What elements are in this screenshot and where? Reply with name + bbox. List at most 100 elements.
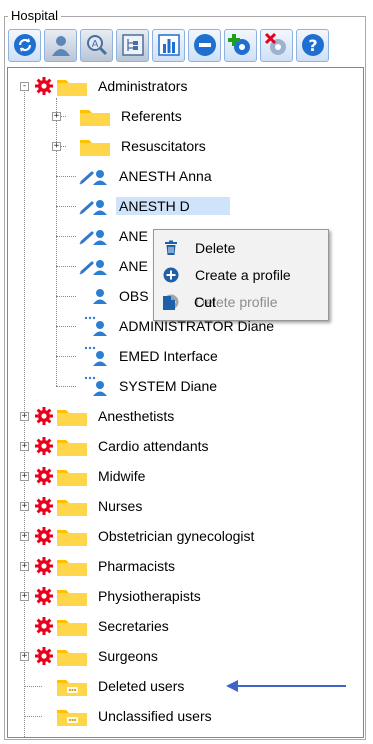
- groupbox-title: Hospital: [8, 8, 61, 23]
- admin-user-icon: [78, 345, 110, 367]
- folder-icon: [55, 615, 89, 637]
- node-label: Deleted users: [98, 678, 185, 694]
- menu-item-label: Delete: [195, 239, 236, 256]
- collapse-toggle[interactable]: -: [20, 82, 29, 91]
- gear-icon: [34, 616, 54, 636]
- expand-toggle[interactable]: +: [20, 652, 29, 661]
- special-folder-icon: [55, 675, 89, 697]
- menu-item-delete[interactable]: Delete: [154, 234, 328, 261]
- expand-toggle[interactable]: +: [20, 532, 29, 541]
- folder-icon: [55, 75, 89, 97]
- menu-item-label: Cut: [194, 293, 216, 310]
- menu-item-cut[interactable]: [154, 315, 328, 320]
- expand-toggle[interactable]: +: [20, 472, 29, 481]
- annotation-arrow-icon: [226, 680, 346, 692]
- tree-node-midwife[interactable]: + Midwife: [20, 461, 148, 491]
- tree-node-physiotherapists[interactable]: + Physiotherapists: [20, 581, 204, 611]
- svg-text:A: A: [91, 39, 98, 50]
- node-label: Surgeons: [98, 648, 158, 664]
- anesthetist-user-icon: [78, 195, 110, 217]
- chart-button[interactable]: [152, 28, 185, 62]
- node-label: EMED Interface: [119, 348, 218, 364]
- tree-node-user[interactable]: EMED Interface: [78, 341, 221, 371]
- tree-node-administrators[interactable]: - Administrators: [20, 71, 190, 101]
- tree-node-deleted-users[interactable]: Deleted users: [42, 671, 187, 701]
- admin-user-icon: [78, 375, 110, 397]
- folder-icon: [55, 465, 89, 487]
- cut-icon: [161, 293, 179, 311]
- anesthetist-user-icon: [78, 255, 110, 277]
- user-icon: [78, 285, 110, 307]
- folder-icon: [55, 495, 89, 517]
- remove-button[interactable]: [188, 28, 221, 62]
- expand-toggle[interactable]: +: [20, 412, 29, 421]
- remove-settings-button[interactable]: [260, 28, 293, 62]
- gear-icon: [34, 76, 54, 96]
- node-label: SYSTEM Diane: [119, 378, 218, 394]
- svg-text:?: ?: [308, 36, 317, 55]
- tree-node-resuscitators[interactable]: + Resuscitators: [52, 131, 209, 161]
- folder-icon: [55, 435, 89, 457]
- gear-icon: [34, 526, 54, 546]
- expand-toggle[interactable]: +: [20, 502, 29, 511]
- trash-icon: [162, 239, 180, 257]
- menu-item-label: Create a profile: [195, 266, 291, 283]
- tree-node-user[interactable]: ANESTH Anna: [78, 161, 215, 191]
- expand-toggle[interactable]: +: [20, 442, 29, 451]
- folder-icon: [78, 105, 112, 127]
- toolbar: A ?: [8, 26, 329, 64]
- folder-icon: [55, 585, 89, 607]
- folder-icon: [78, 135, 112, 157]
- minus-circle-icon: [193, 34, 216, 56]
- tree-node-user[interactable]: ANE: [78, 251, 151, 281]
- node-label: OBS: [119, 288, 149, 304]
- user-tree[interactable]: - Administrators + Referents + Resuscita…: [7, 67, 364, 738]
- help-icon: ?: [301, 34, 324, 56]
- node-label: Secretaries: [98, 618, 169, 634]
- tree-node-surgeons[interactable]: + Surgeons: [20, 641, 161, 671]
- user-button[interactable]: [44, 28, 77, 62]
- gear-icon: [34, 646, 54, 666]
- tree-node-pharmacists[interactable]: + Pharmacists: [20, 551, 178, 581]
- expand-toggle[interactable]: +: [52, 142, 61, 151]
- user-icon: [51, 36, 70, 56]
- node-label: ANE: [119, 258, 148, 274]
- anesthetist-user-icon: [78, 165, 110, 187]
- anesthetist-user-icon: [78, 225, 110, 247]
- expand-toggle[interactable]: +: [20, 562, 29, 571]
- tree-node-user[interactable]: SYSTEM Diane: [78, 371, 220, 401]
- folder-icon: [55, 405, 89, 427]
- add-settings-button[interactable]: [224, 28, 257, 62]
- tree-node-user[interactable]: OBS: [78, 281, 152, 311]
- tree-node-cardio-attendants[interactable]: + Cardio attendants: [20, 431, 212, 461]
- node-label: Referents: [121, 108, 182, 124]
- tree-node-secretaries[interactable]: Secretaries: [20, 611, 172, 641]
- gear-icon: [34, 586, 54, 606]
- tree-node-unclassified-users[interactable]: Unclassified users: [42, 701, 215, 731]
- node-label: Administrators: [98, 78, 188, 94]
- refresh-icon: [13, 34, 36, 56]
- tree-view-button[interactable]: [116, 28, 149, 62]
- tree-node-anesthetists[interactable]: + Anesthetists: [20, 401, 177, 431]
- node-label: Unclassified users: [98, 708, 212, 724]
- folder-icon: [55, 555, 89, 577]
- tree-node-user[interactable]: ANE: [78, 221, 151, 251]
- menu-item-cut[interactable]: Cut: [153, 288, 329, 315]
- menu-item-create-profile[interactable]: Create a profile: [154, 261, 328, 288]
- tree-node-user[interactable]: ANESTH D: [78, 191, 230, 221]
- node-label: ANE: [119, 228, 148, 244]
- special-folder-icon: [55, 705, 89, 727]
- node-label: Pharmacists: [98, 558, 176, 574]
- refresh-button[interactable]: [8, 28, 41, 62]
- tree-node-obstetrician-gynecologist[interactable]: + Obstetrician gynecologist: [20, 521, 257, 551]
- help-button[interactable]: ?: [296, 28, 329, 62]
- expand-toggle[interactable]: +: [52, 112, 61, 121]
- folder-icon: [55, 525, 89, 547]
- expand-toggle[interactable]: +: [20, 592, 29, 601]
- search-button[interactable]: A: [80, 28, 113, 62]
- node-label: Obstetrician gynecologist: [98, 528, 255, 544]
- tree-node-nurses[interactable]: + Nurses: [20, 491, 145, 521]
- tree-node-referents[interactable]: + Referents: [52, 101, 185, 131]
- gear-x-icon: [264, 32, 286, 55]
- gear-icon: [34, 406, 54, 426]
